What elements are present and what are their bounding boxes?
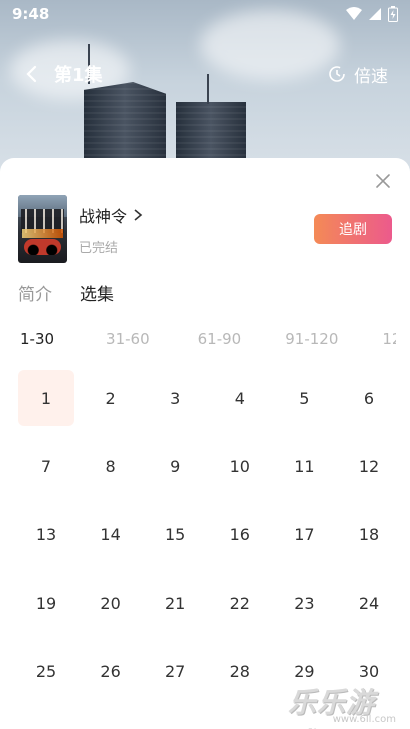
episode-cell[interactable]: 26	[83, 644, 139, 700]
range-tab-2[interactable]: 61-90	[198, 330, 242, 354]
status-time: 9:48	[12, 5, 50, 23]
watermark-url: www.6ll.com	[332, 714, 396, 725]
episode-cell[interactable]: 15	[147, 507, 203, 563]
speed-label: 倍速	[354, 66, 388, 87]
cellular-icon	[369, 8, 381, 20]
episode-cell[interactable]: 20	[83, 575, 139, 631]
status-bar: 9:48	[0, 0, 410, 28]
episode-cell[interactable]: 27	[147, 644, 203, 700]
episode-cell[interactable]: 10	[212, 438, 268, 494]
watermark: 乐乐游戏 www.6ll.com	[288, 681, 406, 729]
episode-cell[interactable]: 13	[18, 507, 74, 563]
episode-cell[interactable]: 2	[83, 370, 139, 426]
drama-info-row: 战神令 已完结 追剧	[18, 195, 392, 263]
episode-cell[interactable]: 18	[341, 507, 397, 563]
drama-status: 已完结	[79, 240, 119, 256]
episode-cell[interactable]: 6	[341, 370, 397, 426]
signal-icon	[346, 7, 362, 20]
range-tab-3[interactable]: 91-120	[285, 330, 338, 354]
range-tab-1[interactable]: 31-60	[106, 330, 150, 354]
episode-sheet: 战神令 已完结 追剧 简介选集 1-3031-6061-9091-120121-…	[0, 158, 410, 729]
poster-title-art	[22, 229, 63, 238]
status-icons	[346, 6, 398, 22]
drama-poster[interactable]	[18, 195, 67, 263]
episode-cell[interactable]: 17	[276, 507, 332, 563]
chevron-right-icon	[134, 208, 143, 221]
close-button[interactable]	[372, 170, 394, 192]
episode-cell[interactable]: 7	[18, 438, 74, 494]
tab-1[interactable]: 选集	[80, 280, 114, 305]
episode-cell[interactable]: 11	[276, 438, 332, 494]
close-icon	[376, 174, 390, 188]
speed-button[interactable]: 倍速	[328, 62, 388, 87]
episode-range-bar: 1-30 31-60 61-90 91-120 121-15	[20, 330, 396, 354]
episode-cell[interactable]: 19	[18, 575, 74, 631]
range-tab-0[interactable]: 1-30	[20, 330, 54, 354]
chevron-left-icon	[26, 65, 37, 83]
episode-cell[interactable]: 21	[147, 575, 203, 631]
episode-cell[interactable]: 9	[147, 438, 203, 494]
episode-cell[interactable]: 8	[83, 438, 139, 494]
episode-cell[interactable]: 28	[212, 644, 268, 700]
episode-cell[interactable]: 23	[276, 575, 332, 631]
speed-icon	[329, 66, 345, 82]
player-top-bar: 第1集 倍速	[0, 56, 410, 92]
episode-cell[interactable]: 25	[18, 644, 74, 700]
poster-motorcycle	[24, 239, 61, 255]
episode-cell[interactable]: 22	[212, 575, 268, 631]
episode-cell[interactable]: 3	[147, 370, 203, 426]
battery-icon	[388, 6, 398, 22]
episode-title: 第1集	[54, 65, 103, 86]
episode-cell[interactable]: 14	[83, 507, 139, 563]
episode-cell[interactable]: 24	[341, 575, 397, 631]
tab-0[interactable]: 简介	[18, 280, 52, 305]
range-tab-4[interactable]: 121-15	[382, 330, 396, 354]
back-button[interactable]	[14, 56, 50, 92]
episode-cell[interactable]: 1	[18, 370, 74, 426]
tab-bar: 简介 选集	[18, 280, 114, 305]
follow-button[interactable]: 追剧	[314, 214, 392, 244]
episode-cell[interactable]: 12	[341, 438, 397, 494]
drama-name: 战神令	[79, 206, 128, 226]
drama-info: 战神令 已完结	[79, 203, 143, 256]
drama-name-link[interactable]: 战神令	[79, 203, 143, 227]
episode-cell[interactable]: 16	[212, 507, 268, 563]
episode-cell[interactable]: 4	[212, 370, 268, 426]
episode-cell[interactable]: 5	[276, 370, 332, 426]
